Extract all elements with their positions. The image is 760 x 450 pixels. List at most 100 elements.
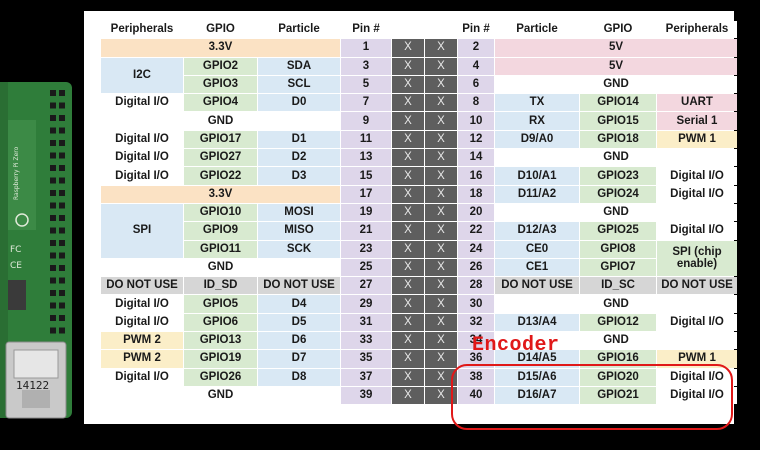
pinout-cell: GPIO12	[580, 313, 656, 332]
pinout-cell: D7	[258, 350, 340, 368]
pin-number: 30	[458, 295, 494, 313]
pinout-row: PWM 2 GPIO13 D6 33 X X 34 GND	[101, 332, 737, 350]
pin-number: 13	[341, 149, 391, 167]
pinout-cell: PWM 2	[101, 350, 183, 368]
pinout-cell: ID_SD	[184, 277, 257, 295]
pinout-cell: GPIO11	[184, 240, 257, 258]
pin-cross-cell: X	[425, 313, 457, 332]
pinout-cell: DO NOT USE	[657, 277, 737, 295]
header-pin-dot	[50, 115, 56, 121]
pinout-cell: Digital I/O	[101, 130, 183, 149]
pin-number: 17	[341, 185, 391, 203]
pinout-cell: CE1	[495, 258, 579, 277]
pin-cross-cell: X	[392, 258, 424, 277]
header-pin-dot	[59, 115, 65, 121]
pinout-cell: GPIO19	[184, 350, 257, 368]
pinout-cell: GND	[101, 112, 340, 130]
svg-text:FC: FC	[10, 245, 21, 255]
header-pin-dot	[50, 165, 56, 171]
header-pin-dot	[50, 90, 56, 96]
pin-cross-cell: X	[425, 240, 457, 258]
pinout-cell: Digital I/O	[657, 185, 737, 203]
pinout-cell: GPIO15	[580, 112, 656, 130]
col-header-peripherals-right: Peripherals	[657, 21, 737, 39]
board-model-text: 14122	[16, 379, 49, 392]
encoder-highlight-box	[451, 364, 733, 430]
pinout-cell: D4	[258, 295, 340, 313]
pinout-cell: SPI (chip enable)	[657, 240, 737, 277]
pinout-row: Digital I/O GPIO6 D5 31 X X 32 D13/A4 GPIO12 Digi…	[101, 313, 737, 332]
pinout-cell: GPIO17	[184, 130, 257, 149]
pin-cross-cell: X	[392, 386, 424, 405]
pinout-cell: 3.3V	[101, 185, 340, 203]
pinout-cell: ID_SC	[580, 277, 656, 295]
header-pin-dot	[59, 165, 65, 171]
pin-cross-cell: X	[392, 295, 424, 313]
header-pin-dot	[59, 127, 65, 134]
pin-cross-cell: X	[425, 167, 457, 185]
pinout-cell: GPIO7	[580, 258, 656, 277]
pinout-cell: D11/A2	[495, 185, 579, 203]
header-pin-dot	[59, 190, 65, 196]
col-header-blank-left	[392, 21, 424, 39]
pinout-cell: GND	[495, 75, 737, 94]
pin-cross-cell: X	[425, 332, 457, 350]
pinout-cell: GPIO6	[184, 313, 257, 332]
pin-cross-cell: X	[392, 185, 424, 203]
header-pin-dot	[50, 227, 56, 234]
pin-cross-cell: X	[392, 240, 424, 258]
pin-cross-cell: X	[392, 368, 424, 386]
pinout-cell: CE0	[495, 240, 579, 258]
col-header-particle-right: Particle	[495, 21, 579, 39]
pin-cross-cell: X	[425, 185, 457, 203]
pin-number: 35	[341, 350, 391, 368]
pinout-cell: GPIO14	[580, 94, 656, 112]
pinout-cell: D2	[258, 149, 340, 167]
pin-number: 19	[341, 203, 391, 222]
pinout-row: DO NOT USE ID_SD DO NOT USE 27 X X 28 DO NOT US…	[101, 277, 737, 295]
pinout-cell: GPIO5	[184, 295, 257, 313]
pin-number: 33	[341, 332, 391, 350]
pin-cross-cell: X	[392, 39, 424, 57]
pinout-cell: Digital I/O	[657, 222, 737, 240]
header-pin-dot	[59, 90, 65, 96]
header-pin-dot	[59, 140, 65, 146]
header-pin-dot	[59, 240, 65, 246]
pinout-cell: D10/A1	[495, 167, 579, 185]
pinout-cell: SCK	[258, 240, 340, 258]
header-pin-dot	[50, 177, 56, 184]
pinout-cell: TX	[495, 94, 579, 112]
pinout-row: 3.3V 17 X X 18 D11/A2 GPIO24 Digital I/O	[101, 185, 737, 203]
col-header-pin-left: Pin #	[341, 21, 391, 39]
header-pin-dot	[50, 140, 56, 146]
pin-cross-cell: X	[392, 350, 424, 368]
pin-cross-cell: X	[425, 94, 457, 112]
pinout-cell: GND	[495, 203, 737, 222]
pinout-row: GPIO3 SCL 5 X X 6 GND	[101, 75, 737, 94]
header-pin-dot	[50, 277, 56, 284]
pinout-cell: Digital I/O	[101, 94, 183, 112]
pinout-cell: DO NOT USE	[101, 277, 183, 295]
pin-number: 5	[341, 75, 391, 94]
pin-cross-cell: X	[425, 350, 457, 368]
pin-number: 24	[458, 240, 494, 258]
pinout-cell: Digital I/O	[101, 149, 183, 167]
pinout-cell: GPIO23	[580, 167, 656, 185]
col-header-gpio-right: GPIO	[580, 21, 656, 39]
pin-number: 7	[341, 94, 391, 112]
pinout-cell: GPIO9	[184, 222, 257, 240]
pinout-cell: GPIO25	[580, 222, 656, 240]
pinout-cell: Digital I/O	[101, 167, 183, 185]
pin-cross-cell: X	[425, 295, 457, 313]
pin-number: 8	[458, 94, 494, 112]
pinout-cell: Digital I/O	[101, 295, 183, 313]
pinout-row: Digital I/O GPIO27 D2 13 X X 14 GND	[101, 149, 737, 167]
pin-number: 32	[458, 313, 494, 332]
pinout-cell: UART	[657, 94, 737, 112]
pin-number: 2	[458, 39, 494, 57]
pinout-cell: GPIO24	[580, 185, 656, 203]
pin-number: 15	[341, 167, 391, 185]
header-pin-dot	[50, 190, 56, 196]
pinout-row: Digital I/O GPIO22 D3 15 X X 16 D10/A1 GPIO23 Dig…	[101, 167, 737, 185]
pinout-cell: GPIO13	[184, 332, 257, 350]
